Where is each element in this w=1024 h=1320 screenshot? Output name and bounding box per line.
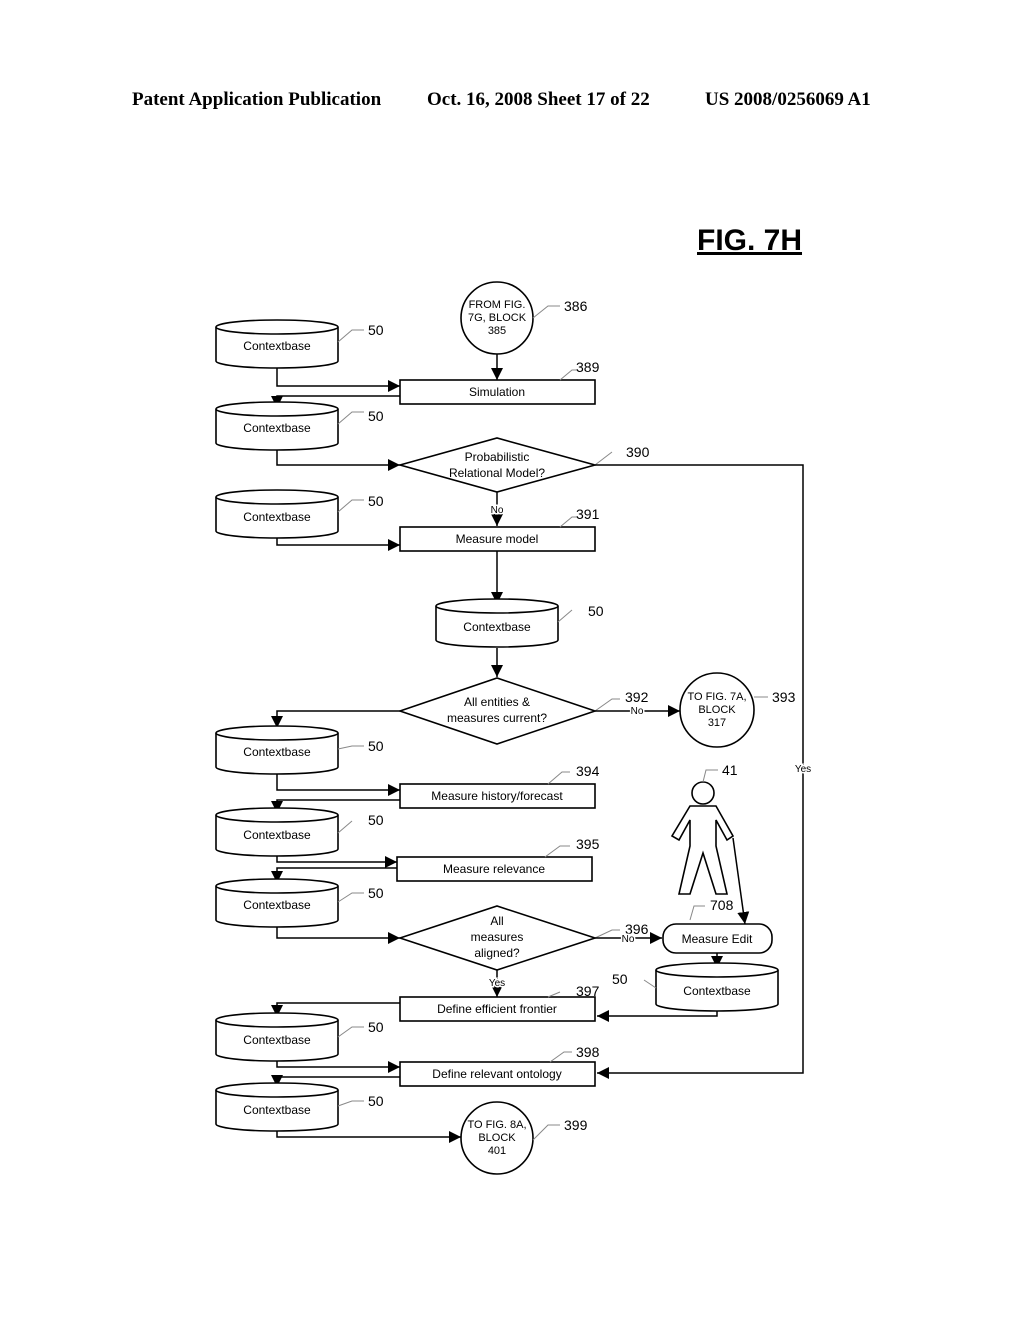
connector-from-fig-7g: FROM FIG. 7G, BLOCK 385 386 [460,281,588,355]
ref-397: 397 [576,983,600,999]
ref-399: 399 [564,1117,588,1133]
svg-text:TO FIG. 8A,: TO FIG. 8A, [467,1119,526,1131]
svg-text:Contextbase: Contextbase [243,898,311,912]
svg-text:BLOCK: BLOCK [698,704,736,716]
ref-708: 708 [710,897,734,913]
connector-to-fig-7a: TO FIG. 7A, BLOCK 317 393 [679,672,796,748]
svg-text:Contextbase: Contextbase [243,828,311,842]
process-measure-relevance: Measure relevance 395 [396,836,600,882]
svg-text:50: 50 [368,885,384,901]
database-contextbase: Contextbase 50 [215,319,384,369]
svg-text:BLOCK: BLOCK [478,1132,516,1144]
ref-386: 386 [564,298,588,314]
process-simulation: Simulation 389 [399,359,600,405]
database-contextbase: Contextbase 50 [215,725,384,775]
svg-text:Measure Edit: Measure Edit [682,932,753,946]
ref-41: 41 [722,762,738,778]
svg-text:Define relevant ontology: Define relevant ontology [432,1067,561,1081]
edge-label-yes: Yes [489,978,505,989]
svg-text:Define efficient frontier: Define efficient frontier [437,1002,557,1016]
svg-text:Measure history/forecast: Measure history/forecast [431,789,563,803]
svg-text:All: All [490,914,503,928]
user-figure: 41 [670,762,738,895]
edge-label-yes: Yes [795,764,811,775]
ref-393: 393 [772,689,796,705]
svg-text:Contextbase: Contextbase [463,620,531,634]
svg-text:50: 50 [368,812,384,828]
ref-395: 395 [576,836,600,852]
database-contextbase: Contextbase 50 [215,489,384,539]
svg-text:Contextbase: Contextbase [243,745,311,759]
svg-text:Contextbase: Contextbase [243,510,311,524]
svg-text:TO FIG. 7A,: TO FIG. 7A, [687,691,746,703]
flowchart: FIG. 7H FROM FIG. 7G, BLOCK 385 386 Simu… [215,224,813,1175]
svg-text:Measure relevance: Measure relevance [443,862,545,876]
database-contextbase: Contextbase 50 [215,1012,384,1062]
figure-title: FIG. 7H [697,224,802,257]
svg-text:Contextbase: Contextbase [243,1033,311,1047]
database-contextbase: Contextbase 50 [215,807,384,857]
svg-text:measures current?: measures current? [447,711,547,725]
svg-text:50: 50 [368,1093,384,1109]
svg-text:7G, BLOCK: 7G, BLOCK [468,312,527,324]
svg-text:Contextbase: Contextbase [243,1103,311,1117]
svg-text:Contextbase: Contextbase [243,421,311,435]
database-contextbase: Contextbase 50 [612,962,779,1012]
process-define-relevant-ontology: Define relevant ontology 398 [399,1044,600,1087]
svg-text:50: 50 [368,1019,384,1035]
ref-398: 398 [576,1044,600,1060]
edge-label-no: No [491,505,504,516]
ref-392: 392 [625,689,649,705]
ref-389: 389 [576,359,600,375]
ref-391: 391 [576,506,600,522]
svg-text:401: 401 [488,1145,506,1157]
svg-text:Contextbase: Contextbase [243,339,311,353]
svg-text:measures: measures [471,930,524,944]
database-contextbase: Contextbase 50 [215,878,384,928]
edge-label-no: No [631,706,644,717]
database-contextbase: Contextbase 50 [215,401,384,451]
svg-text:50: 50 [368,408,384,424]
svg-text:Contextbase: Contextbase [683,984,751,998]
database-contextbase: Contextbase 50 [215,1082,384,1132]
svg-text:50: 50 [612,971,628,987]
svg-text:317: 317 [708,717,726,729]
database-contextbase: Contextbase 50 [435,598,604,648]
svg-text:FROM FIG.: FROM FIG. [469,299,526,311]
ref-390: 390 [626,444,650,460]
svg-text:aligned?: aligned? [474,946,520,960]
svg-text:Probabilistic: Probabilistic [465,450,530,464]
connector-to-fig-8a: TO FIG. 8A, BLOCK 401 399 [460,1101,588,1175]
svg-text:50: 50 [368,738,384,754]
svg-text:385: 385 [488,325,506,337]
ref-394: 394 [576,763,600,779]
svg-text:Measure model: Measure model [456,532,539,546]
svg-text:50: 50 [368,493,384,509]
svg-text:50: 50 [368,322,384,338]
edge-label-no: No [622,934,635,945]
svg-text:Simulation: Simulation [469,385,525,399]
svg-text:50: 50 [588,603,604,619]
svg-text:Relational Model?: Relational Model? [449,466,545,480]
svg-text:All entities &: All entities & [464,695,530,709]
process-measure-history-forecast: Measure history/forecast 394 [399,763,600,809]
process-measure-edit: Measure Edit 708 [662,897,773,954]
